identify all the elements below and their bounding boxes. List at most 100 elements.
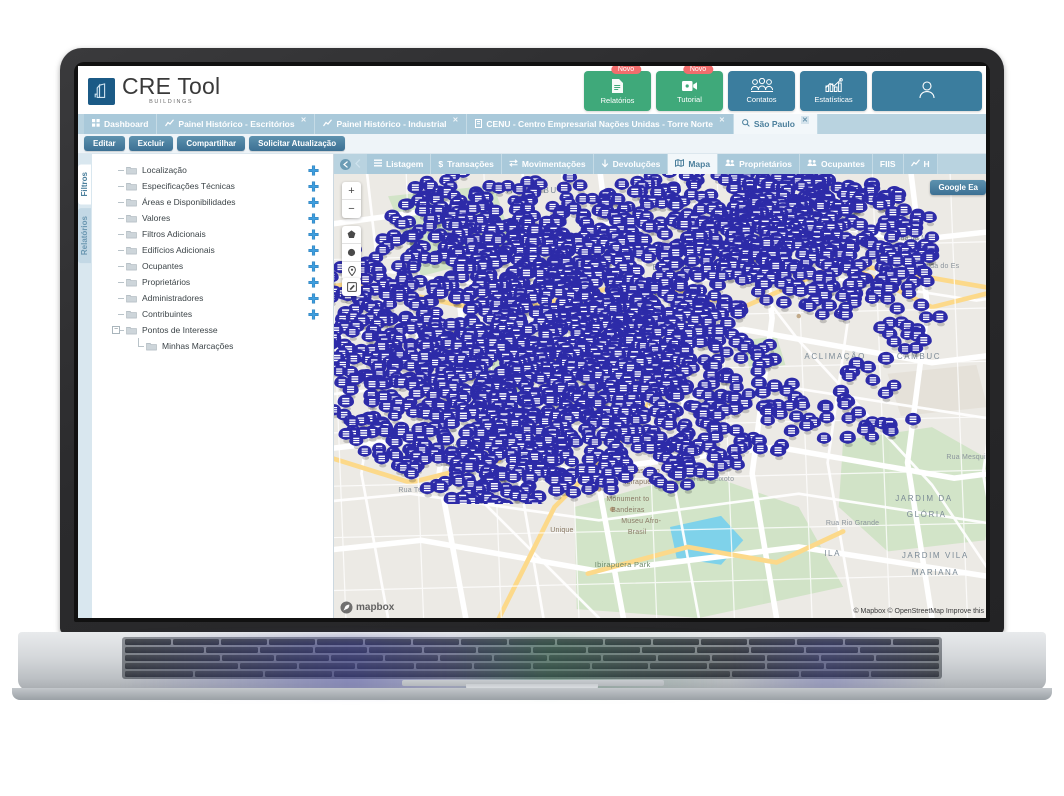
property-marker[interactable] — [792, 284, 809, 301]
zoom-in-button[interactable]: + — [342, 182, 361, 200]
property-marker[interactable] — [733, 352, 749, 368]
circle-tool-icon[interactable] — [342, 244, 361, 262]
editar-button[interactable]: Editar — [84, 136, 125, 151]
tab-painel-historico-escritorios[interactable]: Painel Histórico - Escritórios ✕ — [157, 114, 316, 134]
filter-tree-item[interactable]: − Pontos de Interesse — [92, 322, 333, 338]
property-marker[interactable] — [679, 478, 695, 494]
property-marker[interactable] — [841, 370, 857, 386]
solicitar-atualizacao-button[interactable]: Solicitar Atualização — [249, 136, 346, 151]
compartilhar-button[interactable]: Compartilhar — [177, 136, 246, 151]
property-marker[interactable] — [364, 395, 380, 411]
nav-tab-ocupantes[interactable]: Ocupantes — [799, 154, 873, 174]
property-marker[interactable] — [656, 227, 673, 244]
property-marker[interactable] — [581, 483, 596, 498]
nav-tab-transacoes[interactable]: $ Transações — [431, 154, 502, 174]
property-marker[interactable] — [907, 225, 923, 241]
property-marker[interactable] — [404, 467, 419, 483]
tab-cenu-torre-norte[interactable]: CENU - Centro Empresarial Nações Unidas … — [467, 114, 734, 134]
property-marker[interactable] — [660, 417, 678, 435]
property-marker[interactable] — [640, 251, 656, 267]
nav-tab-devolucoes[interactable]: Devoluções — [593, 154, 669, 174]
tab-sao-paulo[interactable]: São Paulo ✕ — [733, 114, 818, 134]
property-marker[interactable] — [689, 269, 706, 286]
property-marker[interactable] — [877, 351, 895, 369]
property-marker[interactable] — [772, 407, 788, 423]
property-marker[interactable] — [769, 443, 787, 461]
tutorial-button[interactable]: Novo Tutorial — [656, 66, 723, 111]
property-marker[interactable] — [905, 412, 921, 429]
tab-dashboard[interactable]: Dashboard — [84, 114, 158, 134]
polygon-tool-icon[interactable] — [342, 226, 361, 244]
property-marker[interactable] — [839, 430, 856, 448]
close-icon[interactable]: ✕ — [301, 116, 307, 124]
edit-pencil-icon[interactable] — [342, 278, 361, 296]
nav-tab-historico[interactable]: H — [903, 154, 938, 174]
property-marker[interactable] — [798, 419, 815, 435]
property-marker[interactable] — [603, 482, 619, 499]
filter-tree-item[interactable]: Especificações Técnicas — [92, 178, 333, 194]
close-icon[interactable]: ✕ — [719, 116, 725, 124]
user-profile-button[interactable] — [872, 71, 982, 111]
property-marker[interactable] — [877, 386, 894, 403]
back-arrow-icon[interactable] — [340, 158, 351, 170]
property-marker[interactable] — [884, 425, 899, 440]
rail-tab-filtros[interactable]: Filtros — [78, 164, 91, 205]
property-marker[interactable] — [730, 458, 745, 474]
property-marker[interactable] — [931, 310, 948, 327]
property-marker[interactable] — [491, 182, 506, 197]
property-marker[interactable] — [841, 412, 856, 427]
property-marker[interactable] — [617, 470, 634, 487]
property-marker[interactable] — [801, 299, 817, 316]
property-marker[interactable] — [614, 178, 630, 194]
property-marker[interactable] — [919, 274, 935, 291]
expander-icon[interactable]: − — [112, 326, 120, 334]
property-marker[interactable] — [572, 179, 588, 195]
filter-tree-item[interactable]: Valores — [92, 210, 333, 226]
filter-tree-item[interactable]: Minhas Marcações — [92, 338, 333, 354]
filter-tree-item[interactable]: Filtros Adicionais — [92, 226, 333, 242]
property-marker[interactable] — [901, 287, 917, 303]
estatisticas-button[interactable]: Estatísticas — [800, 71, 867, 111]
property-marker[interactable] — [760, 414, 775, 429]
property-marker[interactable] — [565, 485, 582, 502]
property-marker[interactable] — [548, 483, 565, 501]
property-marker[interactable] — [448, 291, 465, 308]
filter-tree-item[interactable]: Áreas e Disponibilidades — [92, 194, 333, 210]
filter-tree-item[interactable]: Administradores — [92, 290, 333, 306]
filter-tree-item[interactable]: Localização — [92, 162, 333, 178]
tab-painel-historico-industrial[interactable]: Painel Histórico - Industrial ✕ — [315, 114, 468, 134]
nav-tab-mapa[interactable]: Mapa — [668, 154, 719, 174]
chevron-left-icon[interactable] — [355, 158, 361, 170]
nav-tab-listagem[interactable]: Listagem — [367, 154, 432, 174]
property-marker[interactable] — [814, 308, 830, 324]
filter-tree-item[interactable]: Proprietários — [92, 274, 333, 290]
property-marker[interactable] — [419, 482, 435, 498]
google-earth-button[interactable]: Google Ea — [930, 180, 986, 195]
nav-tab-fiis[interactable]: FIIS — [872, 154, 904, 174]
property-marker[interactable] — [816, 432, 832, 447]
relatorios-button[interactable]: Novo Relatórios — [584, 66, 651, 111]
property-marker[interactable] — [334, 271, 339, 286]
property-marker[interactable] — [837, 398, 853, 414]
property-marker[interactable] — [922, 211, 937, 227]
property-marker[interactable] — [897, 343, 913, 358]
excluir-button[interactable]: Excluir — [128, 136, 174, 151]
property-marker[interactable] — [889, 302, 905, 318]
map-canvas[interactable]: PACAEMBULICÉRIOBIXIGAA VISTAACLIMAÇÃOCAM… — [334, 174, 986, 618]
property-marker[interactable] — [374, 452, 390, 468]
contatos-button[interactable]: Contatos — [728, 71, 795, 111]
property-markers[interactable] — [334, 174, 986, 505]
property-marker[interactable] — [865, 374, 881, 390]
property-marker[interactable] — [662, 480, 679, 497]
property-marker[interactable] — [864, 430, 880, 446]
filter-tree-item[interactable]: Edifícios Adicionais — [92, 242, 333, 258]
property-marker[interactable] — [752, 442, 768, 458]
property-marker[interactable] — [864, 292, 880, 307]
property-marker[interactable] — [783, 424, 800, 441]
filter-tree-item[interactable]: Ocupantes — [92, 258, 333, 274]
property-marker[interactable] — [819, 411, 835, 427]
property-marker[interactable] — [661, 174, 677, 182]
rail-tab-relatorios[interactable]: Relatórios — [78, 208, 91, 264]
close-icon[interactable]: ✕ — [800, 116, 809, 124]
property-marker[interactable] — [357, 445, 372, 460]
